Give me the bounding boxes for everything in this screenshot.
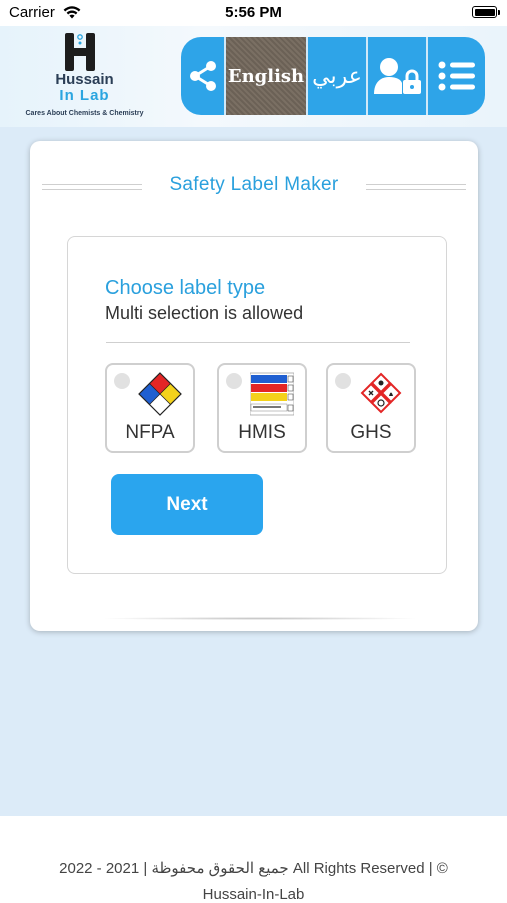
card-title: Safety Label Maker bbox=[161, 174, 347, 195]
next-button[interactable]: Next bbox=[111, 474, 263, 535]
footer: 2022 - 2021 | جميع الحقوق محفوظة All Rig… bbox=[0, 816, 507, 903]
app-header: Hussain In Lab Cares About Chemists & Ch… bbox=[0, 26, 507, 128]
card-shadow bbox=[100, 617, 420, 620]
menu-button[interactable] bbox=[428, 37, 485, 115]
option-ghs-label: GHS bbox=[350, 422, 392, 443]
footer-brand-link[interactable]: Hussain-In-Lab bbox=[0, 886, 507, 903]
battery-icon bbox=[472, 6, 500, 18]
logo-name: Hussain bbox=[55, 71, 114, 88]
nfpa-diamond-icon bbox=[138, 372, 182, 416]
choose-title: Choose label type bbox=[105, 277, 266, 299]
share-icon bbox=[189, 61, 216, 91]
ghs-pictograms-icon bbox=[360, 372, 402, 414]
option-nfpa-radio[interactable] bbox=[114, 373, 130, 389]
option-ghs[interactable]: GHS bbox=[326, 363, 416, 453]
logo-tagline: Cares About Chemists & Chemistry bbox=[25, 110, 144, 117]
divider bbox=[106, 342, 410, 343]
option-hmis-radio[interactable] bbox=[226, 373, 242, 389]
option-nfpa-label: NFPA bbox=[125, 422, 175, 443]
clock: 5:56 PM bbox=[225, 4, 282, 21]
menu-list-icon bbox=[438, 61, 475, 91]
card-title-bar: Safety Label Maker bbox=[42, 174, 466, 198]
hmis-label-icon bbox=[250, 372, 294, 416]
english-language-button[interactable]: English bbox=[226, 37, 308, 115]
arabic-language-button[interactable]: عربي bbox=[308, 37, 368, 115]
logo-name-2: In Lab bbox=[59, 87, 110, 104]
user-lock-icon bbox=[374, 58, 421, 94]
option-hmis-label: HMIS bbox=[238, 422, 286, 443]
choose-subtitle: Multi selection is allowed bbox=[105, 303, 304, 323]
option-ghs-radio[interactable] bbox=[335, 373, 351, 389]
main-content: Safety Label Maker Choose label type Mul… bbox=[0, 127, 507, 816]
option-hmis[interactable]: HMIS bbox=[217, 363, 307, 453]
status-bar: Carrier 5:56 PM bbox=[0, 0, 507, 26]
copyright-text: 2022 - 2021 | جميع الحقوق محفوظة All Rig… bbox=[59, 860, 448, 877]
account-button[interactable] bbox=[368, 37, 428, 115]
label-maker-card: Safety Label Maker Choose label type Mul… bbox=[30, 141, 478, 631]
toolbar: English عربي bbox=[181, 37, 485, 115]
app-logo[interactable]: Hussain In Lab Cares About Chemists & Ch… bbox=[22, 30, 147, 120]
logo-mark-icon bbox=[65, 33, 95, 71]
share-button[interactable] bbox=[181, 37, 226, 115]
option-nfpa[interactable]: NFPA bbox=[105, 363, 195, 453]
label-type-panel: Choose label type Multi selection is all… bbox=[67, 236, 447, 574]
